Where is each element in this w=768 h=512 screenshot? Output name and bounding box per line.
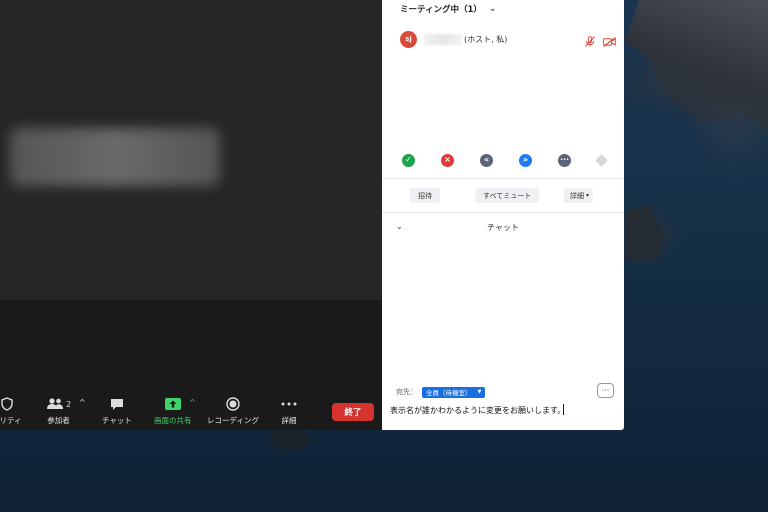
end-meeting-button[interactable]: 終了 <box>332 403 374 421</box>
share-screen-button[interactable]: 画面の共有 <box>154 396 192 426</box>
video-area[interactable] <box>0 0 382 300</box>
more-label: 詳細 <box>281 416 297 425</box>
clear-feedback-icon[interactable] <box>595 153 608 167</box>
divider <box>382 178 624 179</box>
participant-count: 2 <box>66 399 72 409</box>
share-screen-label: 画面の共有 <box>154 416 192 425</box>
participants-options-caret[interactable]: ^ <box>79 398 86 407</box>
security-button[interactable]: ュリティ <box>0 396 22 426</box>
chevron-down-icon: ⌄ <box>488 4 497 14</box>
chat-title: チャット <box>487 223 519 232</box>
more-dots-icon <box>281 396 297 412</box>
mic-muted-icon[interactable] <box>585 32 595 51</box>
avatar: sj <box>400 30 417 48</box>
wallpaper-islet <box>270 428 310 450</box>
chat-bubble-icon <box>110 396 124 412</box>
participant-name-redacted <box>424 33 462 45</box>
participants-header[interactable]: ミーティング中（1） ⌄ <box>400 3 496 15</box>
participant-name-tile <box>10 128 220 186</box>
chat-recipient-row: 宛先： 全員（待機室） ▼ <box>396 386 486 398</box>
record-button[interactable]: レコーディング <box>207 396 259 426</box>
meeting-toolbar: ュリティ 2 参加者 ^ チャット 画面の共有 ^ <box>0 392 382 430</box>
video-off-icon[interactable] <box>603 32 616 51</box>
chat-more-button[interactable]: ··· <box>597 383 614 398</box>
invite-button[interactable]: 招待 <box>410 188 440 203</box>
divider <box>382 212 624 213</box>
participant-actions: 招待 すべてミュート 詳細 ▾ <box>382 188 624 203</box>
chat-message-input[interactable] <box>390 403 616 417</box>
share-options-caret[interactable]: ^ <box>189 398 196 407</box>
participants-label: 参加者 <box>47 416 70 425</box>
chat-label: チャット <box>102 416 132 425</box>
more-feedback-icon[interactable]: ··· <box>558 153 571 167</box>
participants-icon: 2 <box>46 396 71 412</box>
participants-button[interactable]: 2 参加者 <box>46 396 71 426</box>
go-slower-icon[interactable]: « <box>480 153 493 167</box>
chat-to-label: 宛先： <box>396 388 417 396</box>
share-screen-icon <box>164 396 181 412</box>
chat-recipient-value: 全員（待機室） <box>426 389 472 397</box>
more-button[interactable]: 詳細 <box>281 396 297 426</box>
record-icon <box>226 396 240 412</box>
chat-recipient-select[interactable]: 全員（待機室） ▼ <box>422 386 486 398</box>
text-cursor <box>563 404 564 415</box>
participants-more-button[interactable]: 詳細 ▾ <box>564 188 594 203</box>
participants-more-label: 詳細 <box>570 191 584 200</box>
side-panel: ミーティング中（1） ⌄ sj (ホスト, 私) ✓ × « » ··· 招待 … <box>382 0 624 430</box>
yes-check-icon[interactable]: ✓ <box>402 153 415 167</box>
participants-title: ミーティング中（1） <box>400 5 482 15</box>
no-x-icon[interactable]: × <box>441 153 454 167</box>
go-faster-icon[interactable]: » <box>519 153 532 167</box>
chat-header: ⌄ チャット <box>382 221 624 235</box>
shield-icon <box>1 396 13 412</box>
mute-all-button[interactable]: すべてミュート <box>475 188 540 203</box>
participant-role: (ホスト, 私) <box>464 34 508 44</box>
chevron-down-icon: ▼ <box>477 389 482 395</box>
chat-button[interactable]: チャット <box>102 396 132 426</box>
meeting-window: ュリティ 2 参加者 ^ チャット 画面の共有 ^ <box>0 0 382 430</box>
participant-row[interactable]: sj (ホスト, 私) <box>400 30 616 48</box>
security-label: ュリティ <box>0 416 22 425</box>
chevron-down-icon: ▾ <box>586 192 590 199</box>
nonverbal-feedback-bar: ✓ × « » ··· <box>402 152 608 168</box>
record-label: レコーディング <box>207 416 259 425</box>
